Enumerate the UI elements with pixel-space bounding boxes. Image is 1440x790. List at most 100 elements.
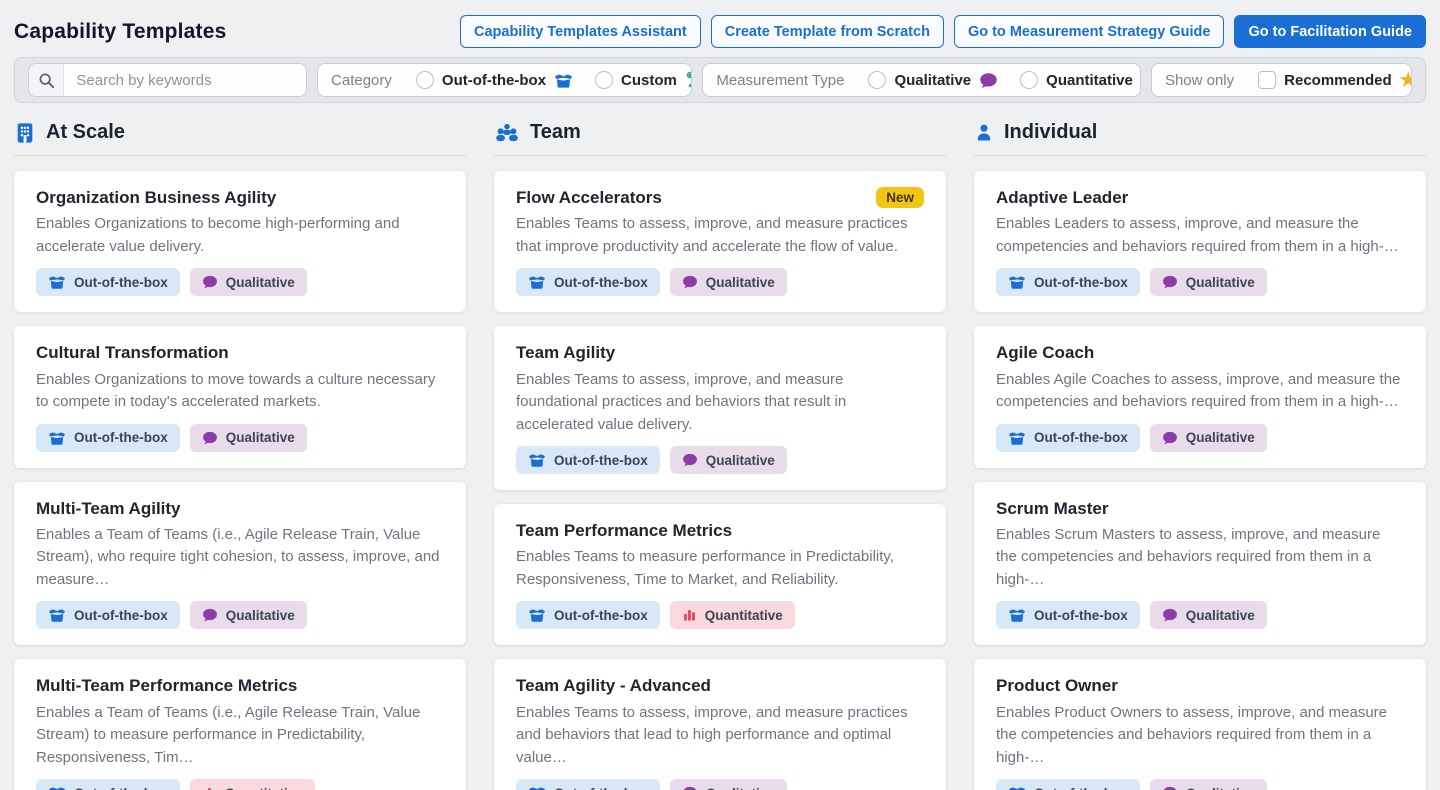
card-head: Cultural Transformation bbox=[36, 342, 444, 363]
speech-bubble-icon bbox=[202, 276, 217, 289]
facilitation-guide-button[interactable]: Go to Facilitation Guide bbox=[1234, 15, 1426, 48]
category-option-out-of-the-box[interactable]: Out-of-the-box bbox=[405, 71, 584, 89]
quantitative-badge: Quantitative bbox=[189, 779, 315, 790]
badge-row: Out-of-the-box Quantitative bbox=[36, 779, 444, 790]
speech-bubble-icon bbox=[682, 453, 697, 467]
template-card[interactable]: Scrum Master Enables Scrum Masters to as… bbox=[974, 481, 1426, 646]
recommended-checkbox[interactable] bbox=[1258, 71, 1277, 89]
card-head: Team Agility bbox=[516, 342, 924, 363]
card-title: Team Agility bbox=[516, 343, 616, 363]
card-title: Team Agility - Advanced bbox=[516, 676, 711, 696]
card-title: Multi-Team Agility bbox=[36, 498, 181, 518]
measurement-option-quantitative[interactable]: Quantitative bbox=[1009, 71, 1140, 90]
box-icon bbox=[1009, 609, 1025, 622]
card-description: Enables Organizations to become high-per… bbox=[36, 215, 400, 255]
out-of-the-box-badge: Out-of-the-box bbox=[996, 601, 1140, 630]
box-icon bbox=[529, 454, 545, 467]
out-of-the-box-badge: Out-of-the-box bbox=[996, 268, 1140, 297]
out-of-the-box-badge: Out-of-the-box bbox=[36, 268, 180, 297]
box-icon bbox=[529, 276, 545, 289]
out-of-the-box-badge: Out-of-the-box bbox=[516, 779, 660, 790]
template-card[interactable]: Multi-Team Performance Metrics Enables a… bbox=[14, 659, 466, 790]
out-of-the-box-badge: Out-of-the-box bbox=[36, 423, 180, 452]
badge-row: Out-of-the-box Quantitative bbox=[516, 601, 924, 630]
option-label: Quantitative bbox=[1046, 71, 1133, 89]
column-at-scale: At Scale Organization Business Agility E… bbox=[14, 121, 466, 790]
qualitative-badge: Qualitative bbox=[189, 268, 307, 297]
category-option-custom[interactable]: Custom bbox=[584, 70, 692, 90]
template-card[interactable]: Adaptive Leader Enables Leaders to asses… bbox=[974, 171, 1426, 313]
out-of-the-box-badge: Out-of-the-box bbox=[516, 601, 660, 630]
page-header: Capability Templates Capability Template… bbox=[0, 0, 1440, 57]
bar-chart-icon bbox=[203, 788, 215, 790]
box-icon bbox=[49, 609, 65, 622]
measurement-option-qualitative[interactable]: Qualitative bbox=[857, 71, 1009, 90]
card-head: Multi-Team Performance Metrics bbox=[36, 675, 444, 696]
create-template-from-scratch-button[interactable]: Create Template from Scratch bbox=[710, 15, 944, 48]
template-card[interactable]: Team Agility - Advanced Enables Teams to… bbox=[494, 659, 946, 790]
badge-label: Out-of-the-box bbox=[74, 786, 168, 790]
measurement-strategy-guide-button[interactable]: Go to Measurement Strategy Guide bbox=[953, 15, 1225, 48]
box-icon bbox=[49, 276, 65, 289]
template-card[interactable]: Team Agility Enables Teams to assess, im… bbox=[494, 326, 946, 490]
measurement-type-label: Measurement Type bbox=[716, 71, 845, 89]
template-columns: At Scale Organization Business Agility E… bbox=[14, 121, 1426, 790]
badge-label: Quantitative bbox=[704, 607, 783, 623]
card-head: Team Performance Metrics bbox=[516, 520, 924, 541]
qualitative-badge: Qualitative bbox=[1149, 601, 1267, 630]
column-individual: Individual Adaptive Leader Enables Leade… bbox=[974, 121, 1426, 790]
custom-radio[interactable] bbox=[595, 71, 614, 89]
template-card[interactable]: Flow Accelerators New Enables Teams to a… bbox=[494, 171, 946, 313]
card-description: Enables Scrum Masters to assess, improve… bbox=[996, 525, 1381, 588]
template-card[interactable]: Agile Coach Enables Agile Coaches to ass… bbox=[974, 326, 1426, 468]
speech-bubble-icon bbox=[202, 431, 217, 444]
search-input[interactable] bbox=[64, 71, 307, 89]
template-card[interactable]: Organization Business Agility Enables Or… bbox=[14, 171, 466, 313]
person-icon bbox=[977, 124, 991, 140]
qualitative-badge: Qualitative bbox=[1149, 779, 1267, 790]
option-label: Qualitative bbox=[894, 71, 972, 89]
card-description: Enables Teams to assess, improve, and me… bbox=[516, 215, 908, 255]
show-only-recommended-option[interactable]: Recommended ★ bbox=[1247, 71, 1411, 90]
card-description: Enables Teams to assess, improve, and me… bbox=[516, 703, 908, 766]
box-icon bbox=[49, 787, 65, 790]
card-head: Flow Accelerators New bbox=[516, 187, 924, 208]
out-of-the-box-badge: Out-of-the-box bbox=[516, 446, 660, 474]
qualitative-badge: Qualitative bbox=[1149, 423, 1267, 452]
badge-row: Out-of-the-box Qualitative bbox=[996, 779, 1404, 790]
card-description: Enables a Team of Teams (i.e., Agile Rel… bbox=[36, 703, 421, 766]
card-description: Enables Teams to assess, improve, and me… bbox=[516, 370, 847, 433]
card-description: Enables Organizations to move towards a … bbox=[36, 370, 436, 411]
quantitative-radio[interactable] bbox=[1020, 71, 1039, 89]
qualitative-radio[interactable] bbox=[868, 71, 887, 89]
speech-bubble-icon bbox=[682, 276, 697, 289]
badge-row: Out-of-the-box Qualitative bbox=[36, 423, 444, 452]
column-header-individual: Individual bbox=[974, 121, 1426, 156]
template-card[interactable]: Cultural Transformation Enables Organiza… bbox=[14, 326, 466, 468]
badge-row: Out-of-the-box Qualitative bbox=[516, 446, 924, 474]
out-of-the-box-radio[interactable] bbox=[415, 71, 434, 89]
badge-label: Qualitative bbox=[225, 607, 295, 623]
search-icon bbox=[39, 73, 54, 88]
template-card[interactable]: Product Owner Enables Product Owners to … bbox=[974, 659, 1426, 790]
card-description: Enables a Team of Teams (i.e., Agile Rel… bbox=[36, 525, 440, 588]
badge-label: Qualitative bbox=[1185, 274, 1255, 290]
template-card[interactable]: Team Performance Metrics Enables Teams t… bbox=[494, 504, 946, 646]
badge-label: Qualitative bbox=[705, 452, 775, 468]
qualitative-badge: Qualitative bbox=[1149, 268, 1267, 297]
badge-row: Out-of-the-box Qualitative bbox=[996, 268, 1404, 297]
box-icon bbox=[49, 431, 65, 445]
option-label: Recommended bbox=[1284, 71, 1392, 89]
card-title: Organization Business Agility bbox=[36, 188, 277, 207]
box-icon bbox=[529, 609, 545, 622]
card-title: Cultural Transformation bbox=[36, 343, 229, 363]
badge-row: Out-of-the-box Qualitative bbox=[996, 601, 1404, 630]
card-description: Enables Product Owners to assess, improv… bbox=[996, 703, 1388, 766]
card-title: Scrum Master bbox=[996, 498, 1109, 518]
card-title: Adaptive Leader bbox=[996, 188, 1129, 207]
column-title: Individual bbox=[1004, 121, 1098, 143]
box-icon bbox=[529, 787, 545, 790]
template-card[interactable]: Multi-Team Agility Enables a Team of Tea… bbox=[14, 481, 466, 646]
capability-templates-assistant-button[interactable]: Capability Templates Assistant bbox=[459, 15, 701, 48]
page-title: Capability Templates bbox=[14, 19, 227, 43]
